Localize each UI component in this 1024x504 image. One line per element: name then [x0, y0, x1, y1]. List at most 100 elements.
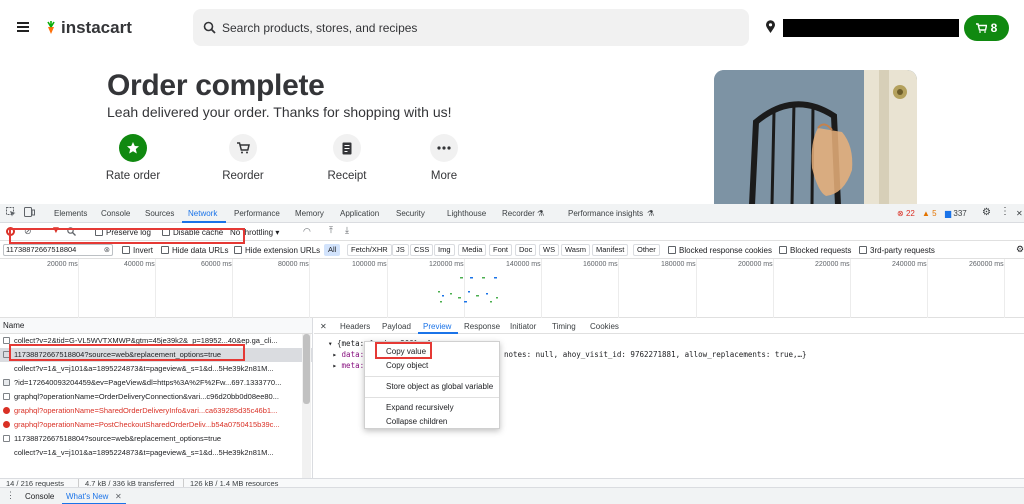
error-count[interactable]: ⊗ 22	[897, 209, 915, 218]
menu-icon[interactable]	[17, 22, 29, 32]
tab-response[interactable]: Response	[464, 322, 500, 331]
request-row[interactable]: 11738872667518804?source=web&replacement…	[0, 432, 312, 446]
request-list: Name collect?v=2&tid=G-VL5WVTXMWP&gtm=45…	[0, 228, 313, 478]
filter-input[interactable]: 11738872667518804 ⊗	[3, 244, 113, 256]
timeline-tick: 160000 ms	[583, 261, 618, 268]
request-row[interactable]: collect?v=1&_v=j101&a=1895224873&t=pagev…	[0, 362, 312, 376]
clear-filter-icon[interactable]: ⊗	[104, 245, 110, 255]
tab-recorder[interactable]: Recorder	[502, 209, 535, 218]
tab-lighthouse[interactable]: Lighthouse	[447, 209, 486, 218]
tab-headers[interactable]: Headers	[340, 322, 370, 331]
logo-text: instacart	[61, 18, 132, 37]
request-list-header[interactable]: Name	[0, 318, 312, 334]
receipt-button[interactable]: Receipt	[307, 134, 387, 182]
location-pin-icon[interactable]	[765, 20, 776, 34]
search-input[interactable]: Search products, stores, and recipes	[193, 9, 749, 46]
tab-payload[interactable]: Payload	[382, 322, 411, 331]
menu-expand-recursively[interactable]: Expand recursively	[365, 401, 499, 415]
timeline-tick: 120000 ms	[429, 261, 464, 268]
blocked-cookies-checkbox[interactable]: Blocked response cookies	[668, 246, 772, 255]
type-filter-js[interactable]: JS	[392, 244, 409, 256]
type-filter-doc[interactable]: Doc	[515, 244, 537, 256]
drawer-menu-icon[interactable]: ⋮	[6, 490, 15, 501]
type-filter-fetch-xhr[interactable]: Fetch/XHR	[347, 244, 392, 256]
more-button[interactable]: More	[404, 134, 484, 182]
more-options-icon[interactable]: ⋮	[1000, 206, 1010, 217]
type-filter-ws[interactable]: WS	[539, 244, 560, 256]
preview-data-node[interactable]: ▸ data:	[328, 350, 365, 359]
close-detail-icon[interactable]: ✕	[320, 322, 327, 331]
menu-collapse-children[interactable]: Collapse children	[365, 415, 499, 429]
type-filter-media[interactable]: Media	[458, 244, 487, 256]
invert-label: Invert	[133, 246, 154, 255]
tab-performance[interactable]: Performance	[234, 209, 280, 218]
reorder-button[interactable]: Reorder	[203, 134, 283, 182]
request-row[interactable]: graphql?operationName=OrderDeliveryConne…	[0, 390, 312, 404]
tab-application[interactable]: Application	[340, 209, 379, 218]
hide-data-urls-checkbox[interactable]: Hide data URLs	[161, 246, 228, 255]
scrollbar-thumb[interactable]	[303, 334, 310, 404]
hide-extension-urls-checkbox[interactable]: Hide extension URLs	[234, 246, 320, 255]
receipt-icon	[333, 134, 361, 162]
tab-performance-insights[interactable]: Performance insights	[568, 209, 643, 218]
tab-sources[interactable]: Sources	[145, 209, 174, 218]
tab-security[interactable]: Security	[396, 209, 425, 218]
timeline-tick: 180000 ms	[661, 261, 696, 268]
inspect-element-icon[interactable]	[6, 207, 16, 219]
redacted-address	[783, 19, 959, 37]
flask-icon: ⚗	[537, 209, 545, 218]
blocked-cookies-label: Blocked response cookies	[679, 246, 772, 255]
warning-count[interactable]: ▲ 5	[922, 209, 937, 218]
close-tab-icon[interactable]: ✕	[115, 492, 122, 501]
devtools-tabbar: Elements Console Sources Network Perform…	[0, 204, 1024, 223]
search-icon	[203, 21, 216, 34]
cart-button[interactable]: 8	[964, 15, 1009, 41]
request-row[interactable]: collect?v=1&_v=j101&a=1895224873&t=pagev…	[0, 446, 312, 460]
tab-memory[interactable]: Memory	[295, 209, 324, 218]
instacart-logo[interactable]: instacart	[44, 18, 132, 38]
third-party-checkbox[interactable]: 3rd-party requests	[859, 246, 935, 255]
import-icon[interactable]: ⤒	[329, 225, 333, 236]
drawer-tab-console[interactable]: Console	[25, 492, 54, 501]
settings-gear-icon[interactable]: ⚙	[982, 207, 991, 218]
request-row-error[interactable]: graphql?operationName=SharedOrderDeliver…	[0, 404, 312, 418]
request-row-error[interactable]: graphql?operationName=PostCheckoutShared…	[0, 418, 312, 432]
type-filter-manifest[interactable]: Manifest	[592, 244, 629, 256]
export-icon[interactable]: ⤓	[345, 225, 349, 236]
network-settings-gear-icon[interactable]: ⚙	[1016, 244, 1024, 255]
issues-count[interactable]: ▆ 337	[945, 209, 967, 218]
copy-value-highlight-box	[375, 342, 432, 359]
close-devtools-icon[interactable]: ✕	[1016, 209, 1023, 218]
tab-cookies[interactable]: Cookies	[590, 322, 619, 331]
request-name: graphql?operationName=OrderDeliveryConne…	[14, 392, 279, 401]
drawer-tab-whats-new[interactable]: What's New	[66, 492, 108, 501]
type-filter-wasm[interactable]: Wasm	[561, 244, 590, 256]
type-filter-other[interactable]: Other	[633, 244, 660, 256]
tab-timing[interactable]: Timing	[552, 322, 576, 331]
wifi-icon[interactable]: ◠	[303, 226, 311, 237]
request-row[interactable]: ?id=172640093204459&ev=PageView&dl=https…	[0, 376, 312, 390]
search-placeholder: Search products, stores, and recipes	[222, 20, 418, 35]
type-filter-font[interactable]: Font	[489, 244, 513, 256]
device-toolbar-icon[interactable]	[24, 207, 35, 219]
rate-order-button[interactable]: Rate order	[93, 134, 173, 182]
blocked-requests-checkbox[interactable]: Blocked requests	[779, 246, 851, 255]
timeline-tick: 200000 ms	[738, 261, 773, 268]
menu-store-global[interactable]: Store object as global variable	[365, 380, 499, 394]
tab-network[interactable]: Network	[188, 209, 217, 218]
menu-copy-object[interactable]: Copy object	[365, 359, 499, 373]
network-timeline[interactable]: 20000 ms 40000 ms 60000 ms 80000 ms 1000…	[0, 259, 1024, 318]
type-filter-css[interactable]: CSS	[410, 244, 434, 256]
invert-checkbox[interactable]: Invert	[122, 246, 153, 255]
type-filter-img[interactable]: Img	[434, 244, 455, 256]
tab-elements[interactable]: Elements	[54, 209, 87, 218]
action-label: Reorder	[222, 170, 264, 182]
request-list-scrollbar[interactable]	[302, 334, 311, 478]
type-filter-all[interactable]: All	[324, 244, 341, 256]
preview-data-value: notes: null, ahoy_visit_id: 9762271881, …	[504, 350, 807, 359]
tab-console[interactable]: Console	[101, 209, 130, 218]
preview-meta-node[interactable]: ▸ meta:	[328, 361, 365, 370]
tab-initiator[interactable]: Initiator	[510, 322, 536, 331]
drawer-tabbar: ⋮ Console What's New ✕	[0, 487, 1024, 504]
tab-preview[interactable]: Preview	[423, 322, 451, 331]
